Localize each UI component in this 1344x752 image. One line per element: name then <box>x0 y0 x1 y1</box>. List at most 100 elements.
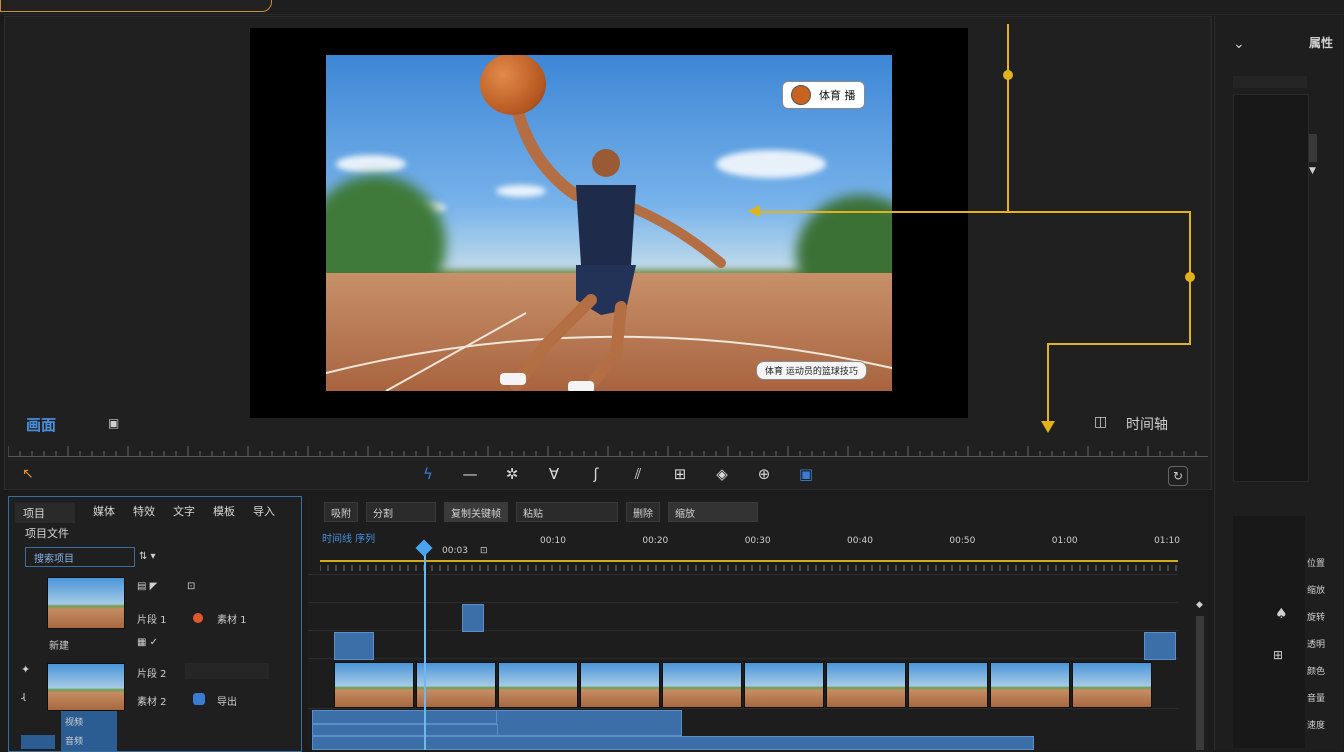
prop-scale[interactable]: 缩放 <box>1307 583 1329 596</box>
item-field[interactable] <box>185 663 269 679</box>
chevron-down-icon[interactable]: ⌄ <box>1233 36 1245 52</box>
film-frame <box>416 662 496 708</box>
timeline-scrollbar[interactable] <box>1196 616 1204 750</box>
scroll-thumb[interactable] <box>1309 134 1317 162</box>
hook-icon[interactable]: ɻ <box>21 689 26 702</box>
delete-button[interactable]: 删除 <box>626 502 660 522</box>
text-clip[interactable] <box>462 604 484 632</box>
dropdown-item-audio[interactable]: 音频 <box>61 732 117 749</box>
marker-icon[interactable]: ⫽ <box>624 460 652 488</box>
tick-label: 00:30 <box>744 536 771 546</box>
ball-logo-icon <box>791 85 811 105</box>
cloud-shape <box>336 155 406 173</box>
dropdown-item-video[interactable]: 视频 <box>61 711 117 732</box>
new-label[interactable]: 新建 <box>49 637 69 652</box>
audio-icon[interactable]: ◈ <box>708 460 736 488</box>
project-panel: 项目 媒体 特效 文字 模板 导入 项目文件 搜索项目 ⇅ ▾ ▤ ◤ ⊡ 片段… <box>8 496 302 752</box>
guide-line <box>758 211 1190 213</box>
media-info-icon: ▤ ◤ <box>137 581 158 592</box>
guide-line <box>1047 343 1191 345</box>
tab-import[interactable]: 导入 <box>253 503 275 523</box>
layout-icon[interactable]: ◫ <box>1094 414 1107 430</box>
tool-row: ϟ — ✲ Ɐ ʃ ⫽ ⊞ ◈ ⊕ ▣ <box>414 460 820 488</box>
spade-icon[interactable]: ♠ <box>1275 606 1288 622</box>
text-icon[interactable]: Ɐ <box>540 460 568 488</box>
player-figure <box>500 99 726 391</box>
tab-project[interactable]: 项目 <box>15 503 75 523</box>
dropdown-menu[interactable]: 视频 音频 <box>61 711 117 751</box>
marker-icon[interactable]: ⊡ <box>480 546 488 556</box>
video-frame[interactable]: 体育 播 体育 运动员的篮球技巧 <box>326 55 892 391</box>
video-track[interactable] <box>334 662 1154 708</box>
checkbox-icon[interactable] <box>193 693 205 705</box>
tab-media[interactable]: 媒体 <box>93 503 115 523</box>
playhead-line[interactable] <box>424 544 426 750</box>
playhead-handle-icon[interactable] <box>415 539 433 557</box>
settings-icon[interactable]: ↻ <box>1168 466 1188 486</box>
split-button[interactable]: 分割 <box>366 502 436 522</box>
time-ruler[interactable] <box>319 556 1178 571</box>
export-label[interactable]: 导出 <box>217 693 237 708</box>
audio-clip[interactable] <box>312 724 498 736</box>
prop-opacity[interactable]: 透明 <box>1307 637 1329 650</box>
crop-icon[interactable]: ⊞ <box>666 460 694 488</box>
end-clip[interactable] <box>1144 632 1176 660</box>
sort-icon[interactable]: ⇅ ▾ <box>139 551 156 562</box>
search-field[interactable]: 搜索项目 <box>25 547 135 567</box>
tab-template[interactable]: 模板 <box>213 503 235 523</box>
film-frame <box>744 662 824 708</box>
tick-label: 00:20 <box>642 536 669 546</box>
prop-speed[interactable]: 速度 <box>1307 718 1329 731</box>
monitor-icon[interactable]: ▣ <box>108 416 119 430</box>
effects-icon[interactable]: ✲ <box>498 460 526 488</box>
tab-effects[interactable]: 特效 <box>133 503 155 523</box>
guide-line <box>1047 343 1049 423</box>
overlay-badge[interactable]: 体育 播 <box>782 81 865 109</box>
property-list <box>1233 94 1309 482</box>
timeline-buttons: 吸附 分割 复制关键帧 粘贴 删除 缩放 <box>324 502 758 522</box>
pin-icon[interactable]: ✦ <box>21 663 30 676</box>
guide-node[interactable] <box>1185 272 1195 282</box>
item-sub: 素材 2 <box>137 697 167 708</box>
caption-overlay[interactable]: 体育 运动员的篮球技巧 <box>756 361 867 380</box>
transition-icon[interactable]: ʃ <box>582 460 610 488</box>
select-arrow-icon[interactable]: ↖ <box>22 466 34 482</box>
film-frame <box>908 662 988 708</box>
audio-clip[interactable] <box>496 710 682 736</box>
color-icon[interactable]: ⊕ <box>750 460 778 488</box>
scroll-up-icon[interactable]: ◆ <box>1196 600 1203 610</box>
tick-label: 01:00 <box>1051 536 1078 546</box>
paste-button[interactable]: 粘贴 <box>516 502 618 522</box>
basketball-icon <box>480 55 546 115</box>
audio-clip[interactable] <box>312 710 498 724</box>
film-frame <box>334 662 414 708</box>
properties-panel: ⌄ 属性 ▼ ♠ ⊞ 位置 缩放 旋转 透明 颜色 音量 速度 <box>1214 16 1343 750</box>
mode-button[interactable] <box>21 735 55 749</box>
title-clip[interactable] <box>334 632 374 660</box>
film-frame <box>498 662 578 708</box>
film-frame <box>990 662 1070 708</box>
music-clip[interactable] <box>312 736 1034 750</box>
tick-label: 00:40 <box>847 536 873 546</box>
copy-key-button[interactable]: 复制关键帧 <box>444 502 508 522</box>
snap-button[interactable]: 吸附 <box>324 502 358 522</box>
export-icon[interactable]: ▣ <box>792 460 820 488</box>
record-icon[interactable] <box>193 613 203 623</box>
razor-icon[interactable]: ϟ <box>414 460 442 488</box>
timeline-panel: 吸附 分割 复制关键帧 粘贴 删除 缩放 时间线 序列 00:03 ⊡ 00:1… <box>308 496 1208 750</box>
dropdown-arrow-icon[interactable]: ▼ <box>1309 166 1316 176</box>
zoom-button[interactable]: 缩放 <box>668 502 758 522</box>
link-icon[interactable]: ⊡ <box>187 581 195 592</box>
fx-icon[interactable]: ⊞ <box>1273 648 1283 662</box>
prop-rotate[interactable]: 旋转 <box>1307 610 1329 623</box>
prop-position[interactable]: 位置 <box>1307 556 1329 569</box>
prop-volume[interactable]: 音量 <box>1307 691 1329 704</box>
media-thumbnail[interactable] <box>47 577 125 629</box>
active-tab[interactable] <box>0 0 272 12</box>
line-icon[interactable]: — <box>456 460 484 488</box>
preview-ruler[interactable] <box>7 434 1208 457</box>
media-thumbnail[interactable] <box>47 663 125 711</box>
prop-color[interactable]: 颜色 <box>1307 664 1329 677</box>
tab-text[interactable]: 文字 <box>173 503 195 523</box>
guide-node[interactable] <box>1003 70 1013 80</box>
